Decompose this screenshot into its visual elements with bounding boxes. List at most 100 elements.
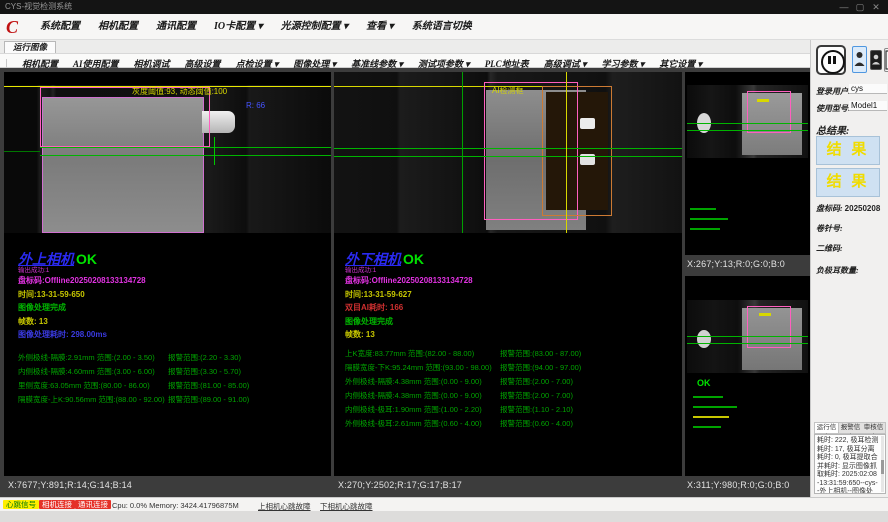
ai-time-line: 双目AI耗时: 166 <box>345 301 620 315</box>
login-user-label: 登录用户: <box>816 86 851 97</box>
output-sub-label: 输出成功:1 <box>18 267 288 274</box>
measurement-row: 外侧极线-极耳:2.61mm 范围:(0.60 - 4.00)报警范围:(0.6… <box>345 417 620 431</box>
toolbar: 相机配置 AI使用配置 相机调试 高级设置 点检设置 ▾ 图像处理 ▾ 基准线参… <box>0 53 810 68</box>
result-indicator-2: 结 果 <box>816 168 880 197</box>
threshold-overlay-label: 灰度阈值:93, 动态阈值:100 <box>132 86 227 97</box>
overlay-green-line-1 <box>40 147 331 148</box>
maximize-icon[interactable]: ▢ <box>852 0 868 14</box>
menu-system-config[interactable]: 系统配置 <box>40 14 80 39</box>
pause-button[interactable] <box>816 45 846 75</box>
alarm-range: 报警范围:(0.60 - 4.00) <box>500 417 620 431</box>
window-titlebar: CYS-视觉检测系统 <box>0 0 888 14</box>
camera-image-small-bottom[interactable] <box>687 300 808 373</box>
camera-panel-small-top <box>685 72 810 255</box>
login-user-button[interactable] <box>852 46 867 73</box>
window-title: CYS-视觉检测系统 <box>5 2 72 11</box>
pause-bar <box>833 56 836 64</box>
measurement-row: 隔膜宽度-上K:90.56mm 范围:(88.00 - 92.00)报警范围:(… <box>18 393 288 407</box>
minimize-icon[interactable]: — <box>836 0 852 14</box>
app-logo-icon: C <box>6 17 24 37</box>
tab-run-image[interactable]: 运行图像 <box>4 41 56 53</box>
process-done-line: 图像处理完成 <box>345 315 620 329</box>
measure-value: 隔膜宽度-下K:95.24mm 范围:(93.00 - 98.00) <box>345 361 500 375</box>
mini-text-bar <box>690 208 716 210</box>
model-value[interactable]: Model1 <box>849 101 887 111</box>
overlay-green-vline <box>214 137 215 165</box>
overlay-green-line-1 <box>687 123 808 124</box>
overlay-green-line-1 <box>687 336 808 337</box>
menu-io-config[interactable]: IO卡配置 ▾ <box>214 14 263 39</box>
cursor-coords-small-top: X:267;Y:13;R:0;G:0;B:0 <box>687 259 785 269</box>
overlay-ai-box <box>542 86 612 216</box>
output-sub-label: 输出成功:1 <box>345 267 620 274</box>
menu-comm-config[interactable]: 通讯配置 <box>156 14 196 39</box>
cursor-coords-lower-outer: X:270;Y:2502;R:17;G:17;B:17 <box>338 480 462 490</box>
overlay-green-line-2 <box>334 156 682 157</box>
measurement-list: 上K宽度:83.77mm 范围:(82.00 - 88.00)报警范围:(83.… <box>345 347 620 431</box>
total-result-label: 总结果: <box>816 122 849 137</box>
log-scrollbar-thumb[interactable] <box>881 460 884 474</box>
time-line: 时间:13-31-59-650 <box>18 288 288 302</box>
measurement-row: 隔膜宽度-下K:95.24mm 范围:(93.00 - 98.00)报警范围:(… <box>345 361 620 375</box>
run-log-text: 耗时: 222, 极耳检测耗时: 17, 极耳分离耗时: 0, 极耳提取合并耗时… <box>814 434 886 494</box>
heartbeat-status-badge: 心跳信号 <box>3 500 39 509</box>
alarm-range: 报警范围:(94.00 - 97.00) <box>500 361 620 375</box>
camera-image-small-top[interactable] <box>687 85 808 158</box>
menu-light-config[interactable]: 光源控制配置 ▾ <box>281 14 349 39</box>
user-icon <box>853 47 866 72</box>
pause-bar <box>828 56 831 64</box>
camera-panel-lower-outer: AI检测框 外下相机OK 输出成功:1 盘标码:Offline202502081… <box>334 72 682 476</box>
alarm-range: 报警范围:(2.20 - 3.30) <box>168 351 288 365</box>
info-tab-bar: 运行信息 报警信息 审核信息 <box>814 422 886 434</box>
measurement-row: 内侧极线-极耳:1.90mm 范围:(1.00 - 2.20)报警范围:(1.1… <box>345 403 620 417</box>
ok-status-label: OK <box>76 251 97 267</box>
tab-audit-info[interactable]: 审核信息 <box>862 423 885 433</box>
alarm-range: 报警范围:(83.00 - 87.00) <box>500 347 620 361</box>
image-tab-strip: 运行图像 <box>0 40 810 53</box>
overlay-green-line-2 <box>687 130 808 131</box>
menu-language-switch[interactable]: 系统语言切换 <box>412 14 472 39</box>
lock-user-button[interactable] <box>870 50 882 70</box>
measurement-row: 外侧极线-隔膜:4.38mm 范围:(0.00 - 9.00)报警范围:(2.0… <box>345 375 620 389</box>
barcode-label-text: 盘标码: <box>816 204 843 213</box>
menu-camera-config[interactable]: 相机配置 <box>98 14 138 39</box>
frame-count-line: 帧数: 13 <box>345 328 620 342</box>
login-user-value[interactable]: cys <box>849 84 887 94</box>
alarm-range: 报警范围:(81.00 - 85.00) <box>168 379 288 393</box>
mini-text-bar <box>690 218 728 220</box>
overlay-green-line-2 <box>40 155 331 156</box>
blue-overlay-label: R: 66 <box>246 101 265 110</box>
overlay-bright-spot <box>697 330 711 348</box>
exit-button[interactable] <box>884 48 888 72</box>
overlay-yellow-mark <box>759 313 771 316</box>
mini-text-bar <box>690 228 720 230</box>
camera-image-upper-outer[interactable]: 灰度阈值:93, 动态阈值:100 R: 66 <box>4 85 331 233</box>
mini-text-bar <box>693 416 729 418</box>
window-bottom-edge <box>0 511 888 522</box>
camera-image-lower-outer[interactable]: AI检测框 <box>334 72 682 233</box>
tab-run-info[interactable]: 运行信息 <box>815 423 839 433</box>
close-icon[interactable]: ✕ <box>868 0 884 14</box>
camera-name-label: 外上相机 <box>18 253 74 268</box>
measurement-row: 上K宽度:83.77mm 范围:(82.00 - 88.00)报警范围:(83.… <box>345 347 620 361</box>
tab-alarm-info[interactable]: 报警信息 <box>839 423 862 433</box>
overlay-green-line-2 <box>687 343 808 344</box>
alarm-range: 报警范围:(89.00 - 91.00) <box>168 393 288 407</box>
measure-value: 外侧极线-隔膜:4.38mm 范围:(0.00 - 9.00) <box>345 375 500 389</box>
ai-box-label: AI检测框 <box>492 85 524 96</box>
measurement-row: 外侧极线-隔膜:2.91mm 范围:(2.00 - 3.50)报警范围:(2.2… <box>18 351 288 365</box>
alarm-range: 报警范围:(1.10 - 2.10) <box>500 403 620 417</box>
alarm-range: 报警范围:(2.00 - 7.00) <box>500 375 620 389</box>
menu-view[interactable]: 查看 ▾ <box>366 14 394 39</box>
toolbar-separator <box>6 59 7 68</box>
overlay-green-line-3 <box>4 151 40 152</box>
mini-text-bar <box>693 396 723 398</box>
barcode-line: 盘标码:Offline20250208133134728 <box>345 274 620 288</box>
measurement-row: 内侧极线-隔膜:4.38mm 范围:(0.00 - 9.00)报警范围:(2.0… <box>345 389 620 403</box>
measure-value: 内侧极线-隔膜:4.38mm 范围:(0.00 - 9.00) <box>345 389 500 403</box>
menu-bar: C 系统配置 相机配置 通讯配置 IO卡配置 ▾ 光源控制配置 ▾ 查看 ▾ 系… <box>0 14 888 40</box>
qr-code-label: 二维码: <box>816 243 843 254</box>
camera-link-badge: 相机连接 <box>39 500 75 509</box>
result-block-upper-outer: 外上相机OK 输出成功:1 盘标码:Offline202502081331347… <box>18 252 288 407</box>
measure-value: 上K宽度:83.77mm 范围:(82.00 - 88.00) <box>345 347 500 361</box>
